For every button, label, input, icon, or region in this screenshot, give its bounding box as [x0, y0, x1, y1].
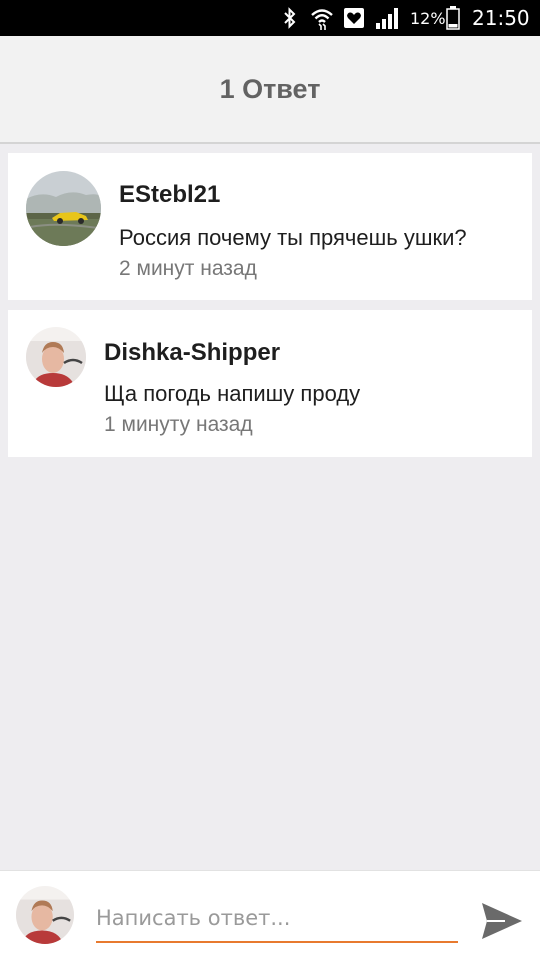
avatar[interactable]: [26, 171, 101, 246]
heart-notification-icon: [344, 0, 366, 36]
comment-card[interactable]: Dishka-Shipper Ща погодь напишу проду 1 …: [8, 310, 532, 457]
status-bar: 12% 21:50: [0, 0, 540, 36]
wifi-icon: [310, 0, 336, 36]
battery-percent: 12%: [410, 8, 446, 28]
avatar[interactable]: [16, 886, 74, 944]
comment-card[interactable]: EStebl21 Россия почему ты прячешь ушки? …: [8, 153, 532, 300]
avatar[interactable]: [26, 327, 86, 387]
comment-username[interactable]: EStebl21: [119, 181, 220, 209]
send-button[interactable]: [478, 899, 526, 943]
header: 1 Ответ: [0, 36, 540, 144]
page-title: 1 Ответ: [219, 73, 321, 104]
comment-time: 2 минут назад: [119, 257, 257, 280]
send-icon: [482, 903, 522, 939]
comment-username[interactable]: Dishka-Shipper: [104, 339, 280, 367]
status-time: 21:50: [472, 6, 530, 30]
signal-icon: [376, 0, 404, 36]
reply-input[interactable]: [96, 895, 458, 943]
bluetooth-icon: [282, 0, 302, 36]
comment-message: Россия почему ты прячешь ушки?: [119, 225, 467, 250]
comment-time: 1 минуту назад: [104, 413, 253, 436]
battery-icon: [446, 0, 464, 36]
comment-message: Ща погодь напишу проду: [104, 381, 361, 406]
reply-bar: [0, 870, 540, 960]
